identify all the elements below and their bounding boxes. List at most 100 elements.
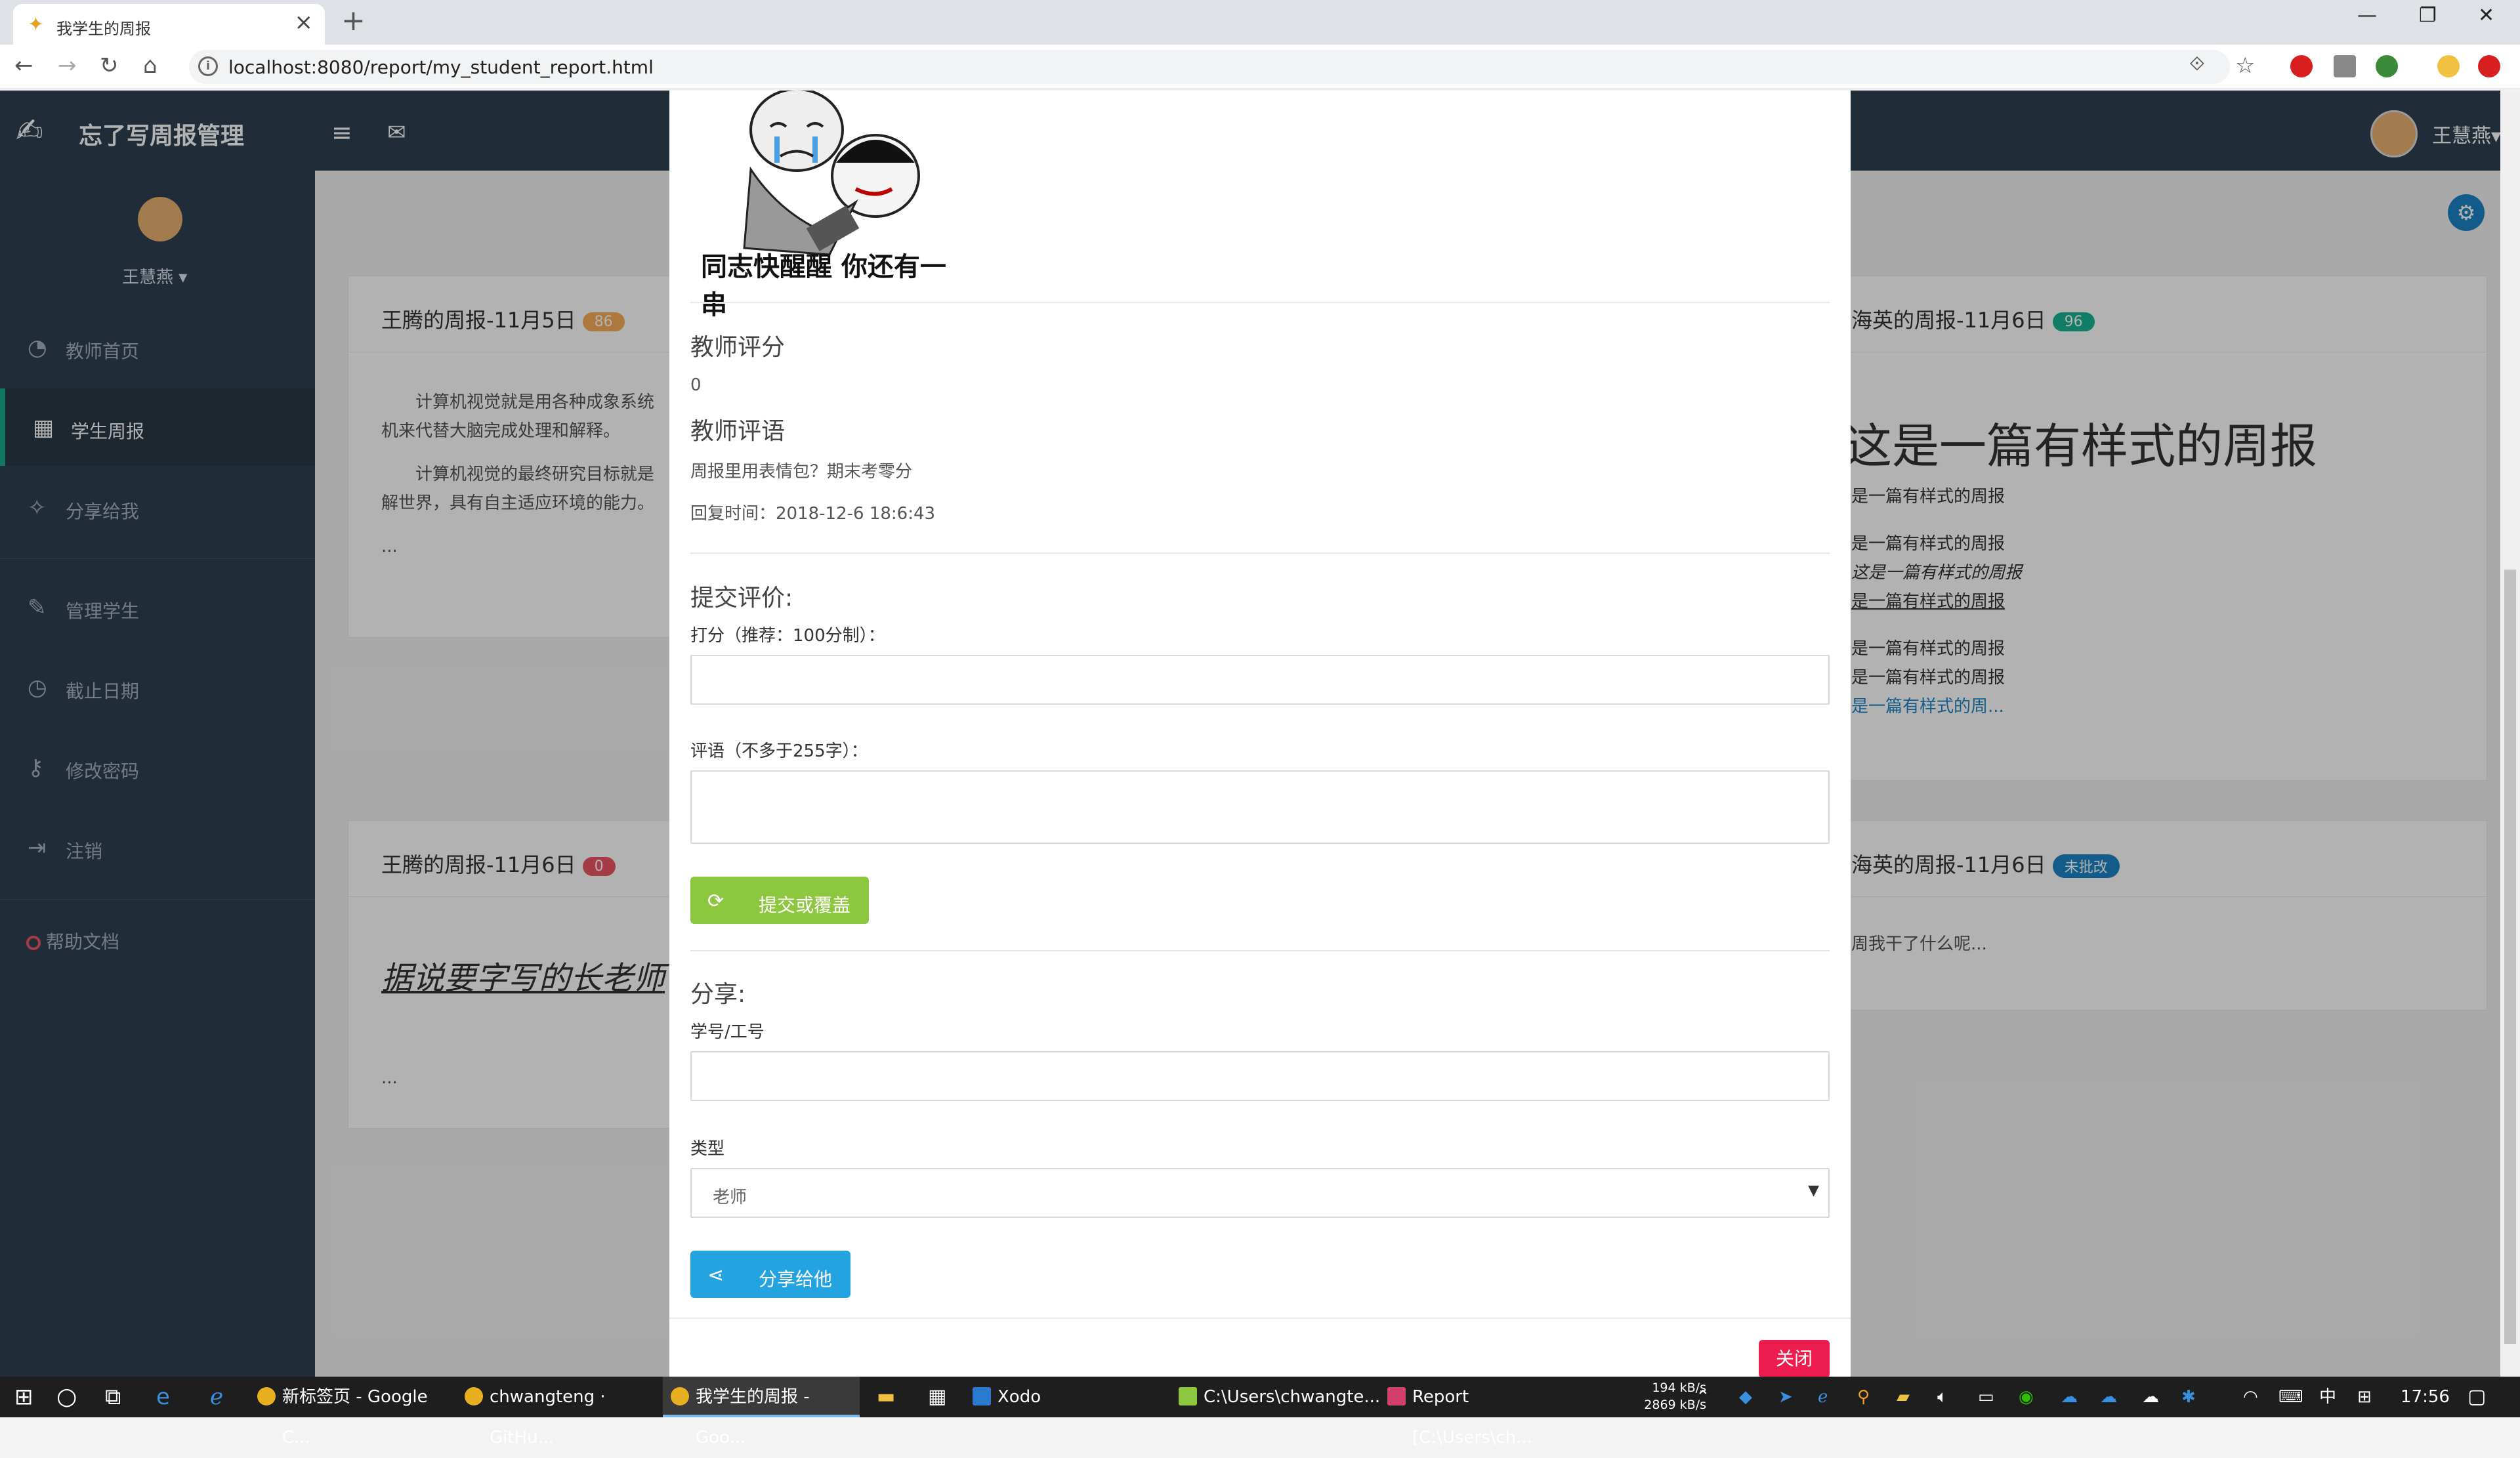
id-input[interactable] <box>690 1051 1830 1101</box>
opera-extension-icon[interactable] <box>2290 55 2313 77</box>
restore-button[interactable]: ❐ <box>2419 4 2437 27</box>
action-center-icon[interactable]: ▢ <box>2468 1377 2486 1417</box>
ime-mode-icon[interactable]: ⊞ <box>2357 1377 2372 1417</box>
divider <box>690 552 1830 554</box>
bookmark-star-icon[interactable]: ☆ <box>2235 52 2255 79</box>
chrome-icon <box>257 1387 276 1406</box>
chrome-icon <box>671 1387 689 1406</box>
meme-image: 同志快醒醒 你还有一串 <box>698 88 967 320</box>
tray-search-icon[interactable]: ⚲ <box>1857 1377 1870 1417</box>
address-bar[interactable]: i localhost:8080/report/my_student_repor… <box>189 50 2230 84</box>
submit-section-title: 提交评价: <box>690 585 793 612</box>
chrome-icon <box>465 1387 483 1406</box>
minimize-button[interactable]: — <box>2357 4 2377 27</box>
type-select-label: 类型 <box>690 1139 725 1159</box>
new-tab-button[interactable]: + <box>341 4 366 37</box>
comment-input-label: 评语（不多于255字）： <box>690 741 868 761</box>
report-detail-modal: 同志快醒醒 你还有一串 教师评分 0 教师评语 周报里用表情包？期末考零分 回复… <box>669 88 1851 1378</box>
home-icon[interactable]: ⌂ <box>143 52 158 79</box>
wechat-icon[interactable]: ◉ <box>2019 1377 2034 1417</box>
type-select[interactable]: 老师 ▼ <box>690 1168 1830 1218</box>
cloud-icon[interactable]: ☁ <box>2142 1377 2159 1417</box>
taskbar-item-label: 新标签页 - Google C... <box>282 1387 428 1448</box>
close-button[interactable]: 关闭 <box>1759 1340 1830 1378</box>
tab-close-icon[interactable]: × <box>295 9 314 35</box>
calculator-icon[interactable]: ▦ <box>928 1377 946 1417</box>
translate-icon[interactable]: ⟐ <box>2189 52 2205 75</box>
intellij-icon <box>1387 1387 1406 1406</box>
submit-or-overwrite-button[interactable]: ⟳ 提交或覆盖 <box>690 877 869 924</box>
score-input-label: 打分（推荐：100分制）： <box>690 626 885 646</box>
upload-speed: 194 kB/s <box>1652 1381 1706 1395</box>
reload-icon[interactable]: ↻ <box>100 52 119 79</box>
taskbar-item-label: chwangteng · GitHu... <box>490 1387 606 1448</box>
page-scrollbar[interactable] <box>2500 91 2520 1377</box>
tray-app-icon[interactable]: ◆ <box>1739 1377 1752 1417</box>
task-view-icon[interactable]: ⧉ <box>105 1377 121 1417</box>
ime-indicator[interactable]: 中 <box>2319 1377 2336 1417</box>
onedrive-icon[interactable]: ☁ <box>2061 1377 2078 1417</box>
browser-tab[interactable]: ✦ 我学生的周报 × <box>13 4 325 45</box>
site-info-icon[interactable]: i <box>198 56 218 76</box>
battery-icon[interactable]: ▭ <box>1978 1377 1994 1417</box>
file-explorer-icon[interactable]: ▬ <box>877 1377 895 1417</box>
teacher-score-value: 0 <box>690 375 702 395</box>
download-speed: 2869 kB/s <box>1644 1398 1706 1412</box>
wifi-icon[interactable]: ◠ <box>2243 1377 2258 1417</box>
bluetooth-icon[interactable]: ✱ <box>2181 1377 2196 1417</box>
teacher-comment-value: 周报里用表情包？期末考零分 <box>690 462 913 482</box>
onedrive-business-icon[interactable]: ☁ <box>2100 1377 2117 1417</box>
share-section-title: 分享: <box>690 981 746 1008</box>
forward-icon[interactable]: → <box>58 52 77 79</box>
clock-time[interactable]: 17:56 <box>2401 1377 2450 1417</box>
scrollbar-thumb[interactable] <box>2504 570 2516 1344</box>
taskbar-item-label: Xodo <box>998 1387 1041 1407</box>
edge-icon[interactable]: e <box>156 1377 170 1417</box>
network-speed: 194 kB/s 2869 kB/s <box>1608 1379 1706 1413</box>
adblock-extension-icon[interactable] <box>2478 55 2500 77</box>
tab-title: 我学生的周报 <box>56 20 151 38</box>
taskbar-item-xodo[interactable]: Xodo <box>965 1377 1162 1417</box>
meme-caption: 同志快醒醒 你还有一串 <box>701 252 946 320</box>
divider <box>669 1318 1851 1319</box>
taskbar-item-intellij[interactable]: Report [C:\Users\ch... <box>1379 1377 1583 1448</box>
share-to-him-button[interactable]: ⋖ 分享给他 <box>690 1251 850 1298</box>
folder-icon <box>1179 1387 1197 1406</box>
divider <box>690 302 1830 303</box>
tab-favicon-icon: ✦ <box>28 13 45 36</box>
volume-icon[interactable]: 🔈︎ <box>1937 1377 1948 1417</box>
tray-overflow-icon[interactable]: ⌃ <box>1696 1377 1710 1417</box>
reply-time: 回复时间：2018-12-6 18:6:43 <box>690 504 936 524</box>
globe-extension-icon[interactable] <box>2376 55 2398 77</box>
browser-toolbar: ← → ↻ ⌂ i localhost:8080/report/my_stude… <box>0 45 2520 89</box>
xodo-icon <box>973 1387 991 1406</box>
back-icon[interactable]: ← <box>14 52 33 79</box>
id-input-label: 学号/工号 <box>690 1022 765 1042</box>
share-button-label: 分享给他 <box>759 1268 833 1290</box>
start-windows-icon[interactable]: ⊞ <box>14 1377 33 1417</box>
taskbar-item-chrome-newtab[interactable]: 新标签页 - Google C... <box>249 1377 446 1448</box>
refresh-icon: ⟳ <box>707 890 724 913</box>
submit-button-label: 提交或覆盖 <box>759 894 851 916</box>
keyboard-icon[interactable]: ⌨ <box>2278 1377 2303 1417</box>
taskbar-item-label: C:\Users\chwangte... <box>1204 1387 1381 1407</box>
tray-folder-icon[interactable]: ▰ <box>1897 1377 1910 1417</box>
divider <box>690 950 1830 951</box>
taskbar-item-label: Report [C:\Users\ch... <box>1412 1387 1532 1448</box>
tray-ie-icon[interactable]: ℯ <box>1818 1377 1828 1417</box>
tray-send-icon[interactable]: ➤ <box>1778 1377 1793 1417</box>
cortana-search-icon[interactable]: ○ <box>56 1377 77 1417</box>
teacher-comment-label: 教师评语 <box>690 418 786 445</box>
taskbar-item-chrome-github[interactable]: chwangteng · GitHu... <box>457 1377 654 1448</box>
taskbar-item-chrome-report[interactable]: 我学生的周报 - Goo... <box>663 1377 860 1448</box>
comment-textarea[interactable] <box>690 770 1830 844</box>
taskbar-item-explorer-path[interactable]: C:\Users\chwangte... <box>1171 1377 1380 1417</box>
type-selected-value: 老师 <box>713 1188 747 1207</box>
chevron-down-icon: ▼ <box>1808 1182 1819 1199</box>
address-bar-url: localhost:8080/report/my_student_report.… <box>228 56 654 78</box>
window-close-button[interactable]: ✕ <box>2478 4 2494 27</box>
vpn-extension-icon[interactable] <box>2334 55 2356 77</box>
score-input[interactable] <box>690 655 1830 705</box>
profile-avatar-icon[interactable] <box>2437 55 2460 77</box>
ie-icon[interactable]: ℯ <box>210 1377 223 1417</box>
